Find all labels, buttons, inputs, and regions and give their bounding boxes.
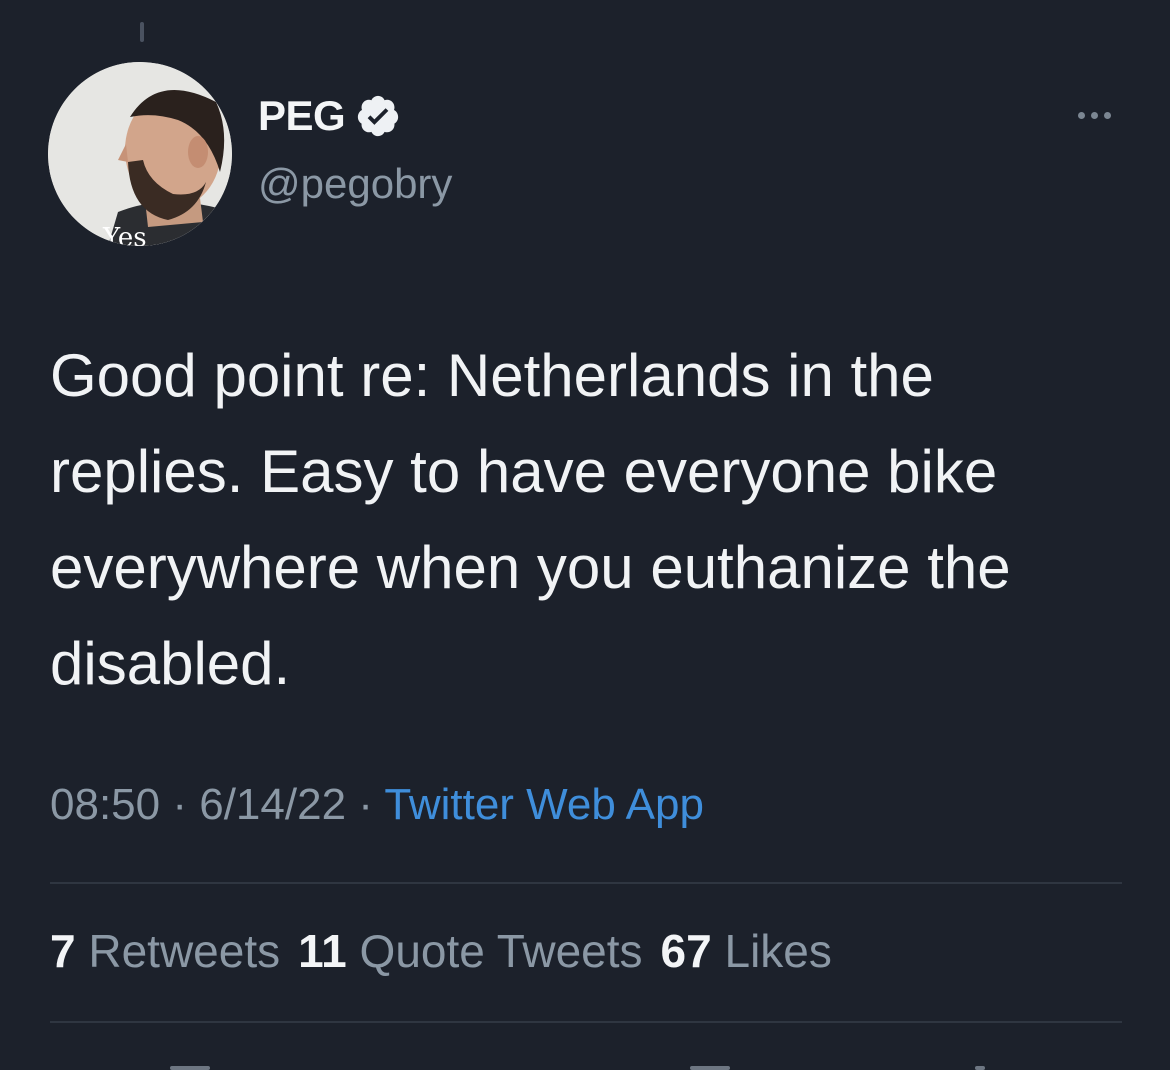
quote-tweets-label: Quote Tweets xyxy=(359,925,643,977)
meta-separator: · xyxy=(172,780,187,829)
divider xyxy=(50,882,1122,884)
likes-stat[interactable]: 67 Likes xyxy=(661,925,832,977)
reply-icon[interactable] xyxy=(170,1066,210,1070)
share-icon[interactable] xyxy=(975,1066,985,1070)
thread-connector-line xyxy=(140,22,144,42)
quote-tweets-stat[interactable]: 11 Quote Tweets xyxy=(298,925,642,977)
author-display-name[interactable]: PEG xyxy=(258,92,346,140)
more-options-button[interactable] xyxy=(1070,104,1119,127)
avatar[interactable]: Yes xyxy=(48,62,232,246)
more-dot-icon xyxy=(1104,112,1111,119)
tweet-date[interactable]: 6/14/22 xyxy=(199,780,346,829)
likes-label: Likes xyxy=(724,925,832,977)
like-icon[interactable] xyxy=(690,1066,730,1070)
tweet-source-link[interactable]: Twitter Web App xyxy=(384,780,704,829)
retweets-stat[interactable]: 7 Retweets xyxy=(50,925,280,977)
more-dot-icon xyxy=(1078,112,1085,119)
verified-badge-icon xyxy=(358,95,399,137)
avatar-photo: Yes xyxy=(48,62,232,246)
divider xyxy=(50,1021,1122,1023)
meta-separator: · xyxy=(358,780,373,829)
tweet-time[interactable]: 08:50 xyxy=(50,780,160,829)
more-dot-icon xyxy=(1091,112,1098,119)
tweet-text: Good point re: Netherlands in the replie… xyxy=(50,342,1011,697)
quote-tweets-count: 11 xyxy=(298,925,347,977)
avatar-caption: Yes xyxy=(102,223,147,246)
action-bar xyxy=(0,1060,1170,1070)
retweets-label: Retweets xyxy=(88,925,281,977)
engagement-stats: 7 Retweets 11 Quote Tweets 67 Likes xyxy=(50,924,850,978)
tweet-metadata: 08:50 · 6/14/22 · Twitter Web App xyxy=(50,780,704,830)
retweets-count: 7 xyxy=(50,925,76,977)
author-name-row[interactable]: PEG xyxy=(258,92,401,140)
author-handle[interactable]: @pegobry xyxy=(258,160,452,208)
likes-count: 67 xyxy=(660,925,712,977)
